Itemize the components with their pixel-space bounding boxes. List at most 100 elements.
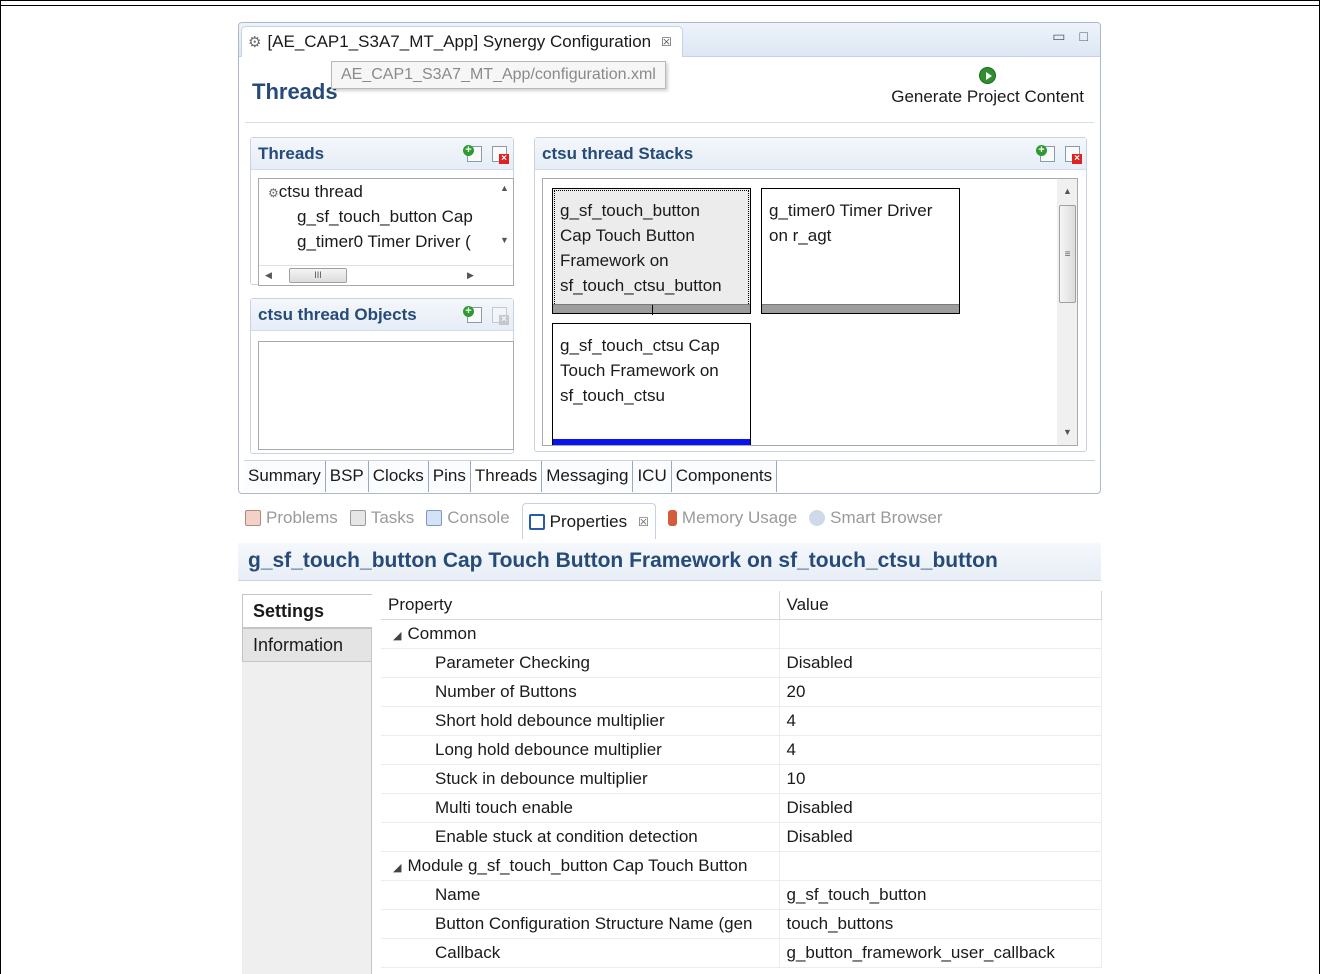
property-cell: Button Configuration Structure Name (gen	[381, 909, 780, 939]
tab-problems[interactable]: Problems	[245, 500, 338, 536]
table-header-row: Property Value	[381, 591, 1102, 620]
module-touch-button[interactable]: g_sf_touch_button Cap Touch Button Frame…	[552, 188, 751, 314]
vertical-scroll-thumb[interactable]: ≡	[1059, 205, 1076, 303]
threads-vertical-scrollbar[interactable]: ▲ ▼	[495, 179, 513, 265]
property-cell: Stuck in debounce multiplier	[381, 764, 780, 794]
synergy-configuration-editor: ⚙ [AE_CAP1_S3A7_MT_App] Synergy Configur…	[238, 22, 1101, 494]
tab-threads[interactable]: Threads	[470, 461, 543, 492]
objects-section-header: ctsu thread Objects	[251, 299, 513, 331]
property-cell: Long hold debounce multiplier	[381, 735, 780, 765]
tree-item-timer0[interactable]: g_timer0 Timer Driver (	[297, 232, 471, 252]
tab-information[interactable]: Information	[242, 628, 372, 662]
tab-messaging[interactable]: Messaging	[542, 461, 634, 492]
add-thread-icon[interactable]	[463, 145, 482, 162]
add-stack-icon[interactable]	[1036, 145, 1055, 162]
value-cell[interactable]: Disabled	[779, 822, 1102, 852]
scroll-down-icon[interactable]: ▼	[500, 235, 509, 245]
table-row[interactable]: Stuck in debounce multiplier 10	[381, 764, 1102, 794]
table-row[interactable]: ◢ Common	[381, 619, 1102, 649]
property-cell: Name	[381, 880, 780, 910]
scroll-up-icon[interactable]: ▲	[500, 183, 509, 193]
tab-properties[interactable]: Properties ☒	[521, 503, 656, 539]
property-cell: ◢ Module g_sf_touch_button Cap Touch Butt…	[381, 851, 780, 881]
configuration-page-tabs: Summary BSP Clocks Pins Threads Messagin…	[244, 460, 1095, 492]
tab-pins[interactable]: Pins	[428, 461, 471, 492]
scroll-down-icon[interactable]: ▼	[1063, 427, 1072, 437]
tab-components[interactable]: Components	[671, 461, 778, 492]
value-cell[interactable]: g_sf_touch_button	[779, 880, 1102, 910]
tree-item-touch-button[interactable]: g_sf_touch_button Cap	[297, 207, 473, 227]
scroll-up-icon[interactable]: ▲	[1063, 186, 1072, 196]
run-icon	[979, 67, 997, 84]
table-row[interactable]: ◢ Module g_sf_touch_button Cap Touch Butt…	[381, 851, 1102, 881]
minimize-icon[interactable]: ▭	[1052, 28, 1065, 45]
stacks-section-header: ctsu thread Stacks	[535, 138, 1086, 170]
page-title: Threads	[252, 79, 338, 104]
remove-object-icon[interactable]	[492, 307, 509, 325]
expand-icon[interactable]: ◢	[393, 862, 401, 874]
table-row[interactable]: Callback g_button_framework_user_callbac…	[381, 938, 1102, 968]
header-divider	[245, 122, 1094, 123]
threads-horizontal-scrollbar[interactable]: ◀ III ▶	[259, 265, 513, 285]
property-cell: Number of Buttons	[381, 677, 780, 707]
table-row[interactable]: Enable stuck at condition detection Disa…	[381, 822, 1102, 852]
close-icon[interactable]: ☒	[661, 35, 672, 49]
stacks-section-title: ctsu thread Stacks	[542, 144, 694, 163]
remove-thread-icon[interactable]	[492, 146, 509, 164]
generate-project-content-button[interactable]: Generate Project Content	[891, 67, 1084, 107]
value-cell[interactable]: 10	[779, 764, 1102, 794]
tasks-icon	[349, 510, 366, 526]
window-controls: ▭ □	[1052, 28, 1088, 45]
maximize-icon[interactable]: □	[1080, 28, 1088, 45]
tab-bsp[interactable]: BSP	[325, 461, 369, 492]
table-row[interactable]: Button Configuration Structure Name (gen…	[381, 909, 1102, 939]
objects-section: ctsu thread Objects	[250, 298, 514, 454]
table-row[interactable]: Short hold debounce multiplier 4	[381, 706, 1102, 736]
close-icon[interactable]: ☒	[638, 515, 649, 529]
table-row[interactable]: Name g_sf_touch_button	[381, 880, 1102, 910]
value-cell[interactable]: g_button_framework_user_callback	[779, 938, 1102, 968]
tab-clocks[interactable]: Clocks	[368, 461, 429, 492]
module-timer0[interactable]: g_timer0 Timer Driver on r_agt	[761, 188, 960, 314]
scroll-left-icon[interactable]: ◀	[265, 270, 272, 281]
tab-tasks[interactable]: Tasks	[349, 500, 414, 536]
remove-stack-icon[interactable]	[1065, 146, 1082, 164]
value-cell[interactable]: 4	[779, 706, 1102, 736]
value-cell[interactable]: Disabled	[779, 648, 1102, 678]
property-cell: Short hold debounce multiplier	[381, 706, 780, 736]
value-cell[interactable]: 4	[779, 735, 1102, 765]
view-tab-bar: Problems Tasks Console Properties ☒ Memo…	[238, 497, 1101, 539]
add-object-icon[interactable]	[463, 306, 482, 323]
editor-tab[interactable]: ⚙ [AE_CAP1_S3A7_MT_App] Synergy Configur…	[241, 26, 683, 57]
module-status-bar	[762, 304, 959, 313]
table-row[interactable]: Long hold debounce multiplier 4	[381, 735, 1102, 765]
module-touch-ctsu[interactable]: g_sf_touch_ctsu Cap Touch Framework on s…	[552, 323, 751, 445]
tab-settings[interactable]: Settings	[242, 594, 372, 628]
column-header-property[interactable]: Property	[381, 591, 780, 620]
tab-icu[interactable]: ICU	[633, 461, 672, 492]
column-header-value[interactable]: Value	[779, 591, 1102, 620]
horizontal-scroll-thumb[interactable]: III	[289, 268, 347, 283]
generate-label: Generate Project Content	[891, 87, 1084, 106]
property-cell: Parameter Checking	[381, 648, 780, 678]
property-cell: ◢ Common	[381, 619, 780, 649]
expand-icon[interactable]: ◢	[393, 630, 401, 642]
value-cell[interactable]: 20	[779, 677, 1102, 707]
properties-icon	[528, 513, 545, 530]
table-row[interactable]: Parameter Checking Disabled	[381, 648, 1102, 678]
console-icon	[426, 510, 443, 526]
table-row[interactable]: Multi touch enable Disabled	[381, 793, 1102, 823]
table-row[interactable]: Number of Buttons 20	[381, 677, 1102, 707]
memory-icon	[667, 510, 677, 526]
tab-memory-usage[interactable]: Memory Usage	[667, 500, 797, 536]
value-cell[interactable]: touch_buttons	[779, 909, 1102, 939]
value-cell	[779, 619, 1102, 649]
value-cell	[779, 851, 1102, 881]
tab-console[interactable]: Console	[426, 500, 510, 536]
tab-summary[interactable]: Summary	[244, 461, 326, 492]
value-cell[interactable]: Disabled	[779, 793, 1102, 823]
tree-item-ctsu-thread[interactable]: ⚙ctsu thread	[268, 182, 363, 202]
tab-smart-browser[interactable]: Smart Browser	[809, 500, 943, 536]
stacks-vertical-scrollbar[interactable]: ▲ ≡ ▼	[1057, 179, 1077, 445]
scroll-right-icon[interactable]: ▶	[467, 270, 474, 281]
